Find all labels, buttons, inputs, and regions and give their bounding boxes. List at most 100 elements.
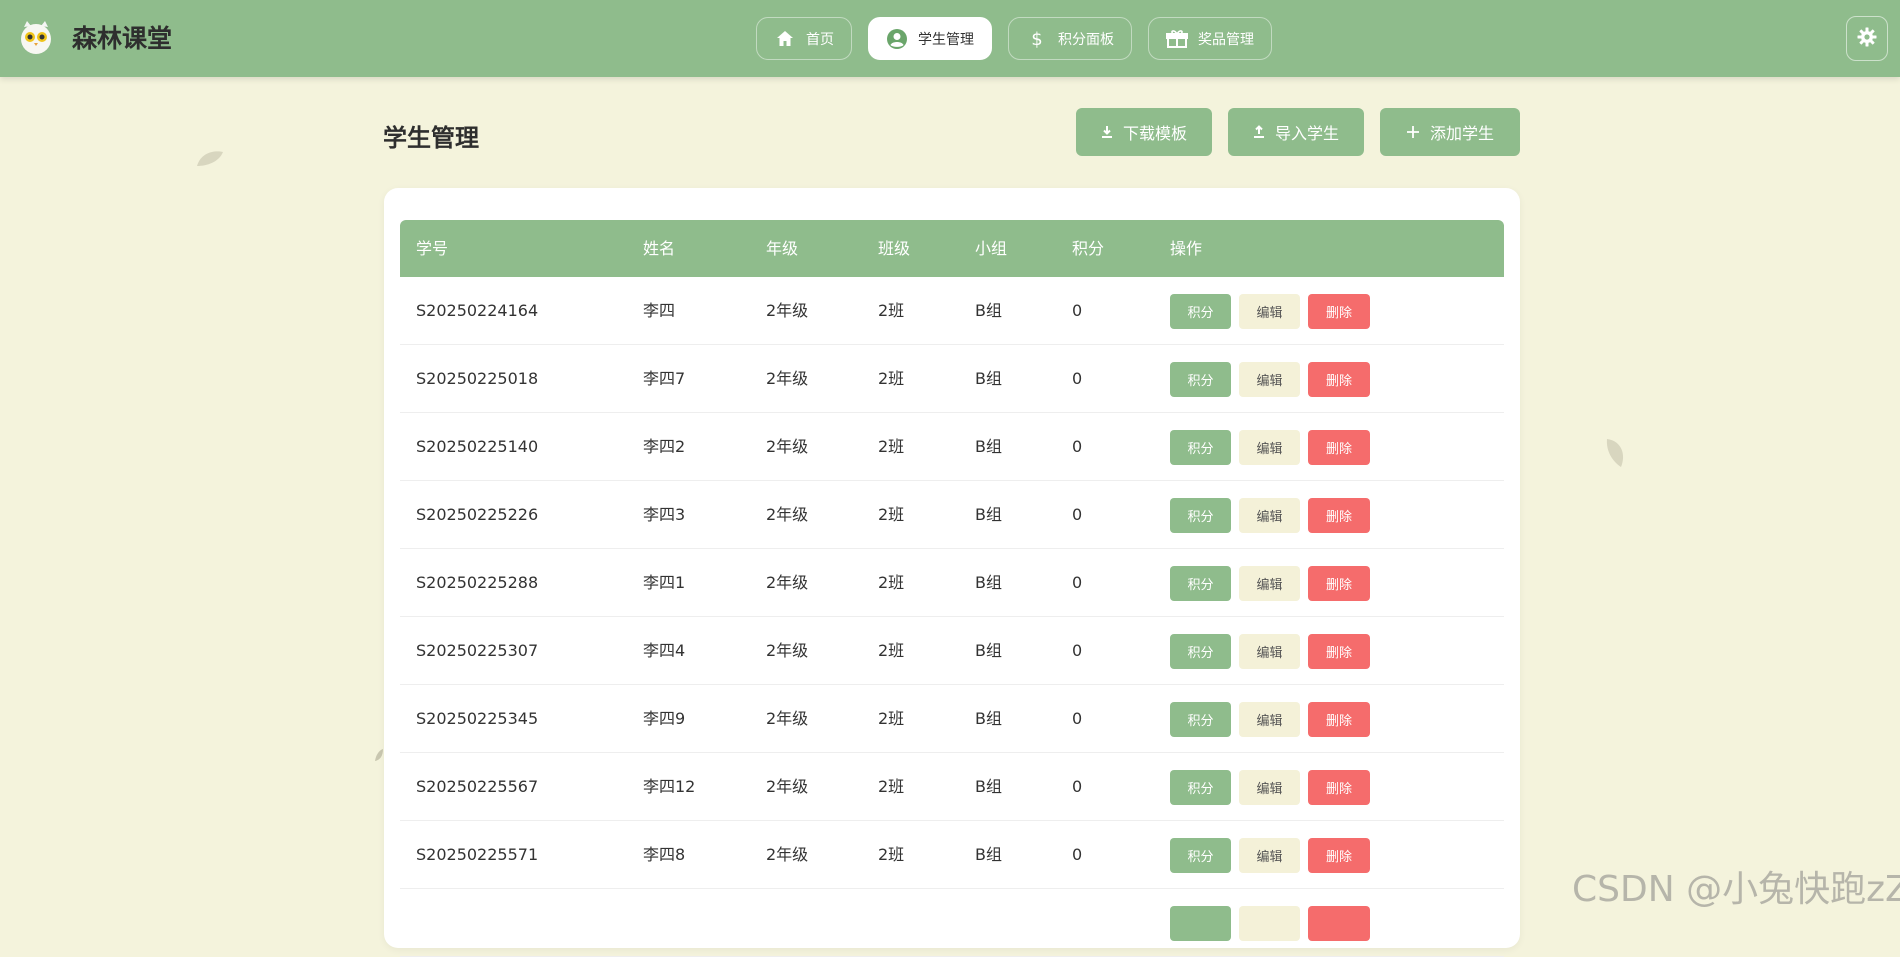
import-students-button[interactable]: 导入学生 — [1228, 108, 1364, 156]
watermark: CSDN @小兔快跑zZ — [1572, 869, 1900, 910]
cell-name: 李四12 — [643, 777, 696, 796]
delete-button[interactable] — [1308, 906, 1370, 941]
cell-student-id: S20250225567 — [416, 777, 539, 796]
gear-icon — [1857, 27, 1877, 51]
nav-prizes[interactable]: 奖品管理 — [1148, 17, 1272, 60]
cell-grade: 2年级 — [766, 709, 809, 728]
table-row: S20250225571 李四8 2年级 2班 B组 0 积分 编辑 删除 — [400, 821, 1504, 889]
cell-name: 李四7 — [643, 369, 686, 388]
edit-button[interactable] — [1239, 906, 1300, 941]
points-button[interactable]: 积分 — [1170, 498, 1231, 533]
delete-button[interactable]: 删除 — [1308, 838, 1370, 873]
column-header-actions: 操作 — [1170, 239, 1203, 258]
cell-name: 李四 — [643, 301, 676, 320]
import-students-label: 导入学生 — [1274, 126, 1339, 143]
cell-group: B组 — [975, 709, 1002, 728]
brand-name: 森林课堂 — [72, 24, 173, 53]
edit-button[interactable]: 编辑 — [1239, 770, 1300, 805]
edit-button[interactable]: 编辑 — [1239, 838, 1300, 873]
row-actions: 积分 编辑 删除 — [1170, 702, 1370, 737]
add-student-button[interactable]: 添加学生 — [1380, 108, 1520, 156]
nav-students-label: 学生管理 — [918, 31, 974, 48]
cell-class: 2班 — [878, 573, 905, 592]
row-actions: 积分 编辑 删除 — [1170, 430, 1370, 465]
edit-button[interactable]: 编辑 — [1239, 566, 1300, 601]
points-button[interactable]: 积分 — [1170, 362, 1231, 397]
edit-button[interactable]: 编辑 — [1239, 702, 1300, 737]
nav-students[interactable]: 学生管理 — [868, 17, 992, 60]
points-button[interactable]: 积分 — [1170, 702, 1231, 737]
cell-grade: 2年级 — [766, 641, 809, 660]
points-button[interactable]: 积分 — [1170, 634, 1231, 669]
column-header-class: 班级 — [878, 239, 911, 258]
delete-button[interactable]: 删除 — [1308, 430, 1370, 465]
cell-points: 0 — [1072, 505, 1083, 524]
cell-student-id: S20250225571 — [416, 845, 539, 864]
delete-button[interactable]: 删除 — [1308, 566, 1370, 601]
row-actions: 积分 编辑 删除 — [1170, 634, 1370, 669]
row-actions — [1170, 906, 1370, 941]
cell-points: 0 — [1072, 777, 1083, 796]
delete-button[interactable]: 删除 — [1308, 362, 1370, 397]
column-header-student-id: 学号 — [416, 239, 449, 258]
row-actions: 积分 编辑 删除 — [1170, 838, 1370, 873]
page-title: 学生管理 — [383, 124, 479, 152]
delete-button[interactable]: 删除 — [1308, 770, 1370, 805]
dollar-icon: $ — [1026, 28, 1048, 50]
nav-home[interactable]: 首页 — [756, 17, 852, 60]
cell-student-id: S20250225288 — [416, 573, 539, 592]
nav-prizes-label: 奖品管理 — [1198, 31, 1254, 48]
nav-points-panel[interactable]: $ 积分面板 — [1008, 17, 1132, 60]
cell-group: B组 — [975, 845, 1002, 864]
cell-student-id: S20250225226 — [416, 505, 539, 524]
download-template-button[interactable]: 下载模板 — [1076, 108, 1212, 156]
leaf-decoration-icon — [375, 749, 383, 761]
cell-student-id: S20250225140 — [416, 437, 539, 456]
row-actions: 积分 编辑 删除 — [1170, 498, 1370, 533]
download-icon — [1101, 125, 1113, 139]
brand[interactable]: 森林课堂 — [18, 17, 172, 57]
home-icon — [774, 28, 796, 50]
cell-name: 李四4 — [643, 641, 686, 660]
cell-group: B组 — [975, 641, 1002, 660]
points-button[interactable]: 积分 — [1170, 838, 1231, 873]
table-row: S20250225345 李四9 2年级 2班 B组 0 积分 编辑 删除 — [400, 685, 1504, 753]
cell-class: 2班 — [878, 777, 905, 796]
row-actions: 积分 编辑 删除 — [1170, 294, 1370, 329]
settings-button[interactable] — [1846, 16, 1888, 61]
cell-class: 2班 — [878, 505, 905, 524]
column-header-name: 姓名 — [643, 239, 676, 258]
points-button[interactable]: 积分 — [1170, 294, 1231, 329]
download-template-label: 下载模板 — [1122, 126, 1187, 143]
delete-button[interactable]: 删除 — [1308, 498, 1370, 533]
edit-button[interactable]: 编辑 — [1239, 430, 1300, 465]
page-actions: 下载模板 导入学生 添加学生 — [1076, 108, 1520, 156]
points-button[interactable]: 积分 — [1170, 770, 1231, 805]
cell-grade: 2年级 — [766, 301, 809, 320]
cell-grade: 2年级 — [766, 437, 809, 456]
edit-button[interactable]: 编辑 — [1239, 294, 1300, 329]
points-button[interactable] — [1170, 906, 1231, 941]
nav-points-label: 积分面板 — [1058, 31, 1114, 48]
cell-points: 0 — [1072, 301, 1083, 320]
cell-name: 李四2 — [643, 437, 686, 456]
table-row: S20250225018 李四7 2年级 2班 B组 0 积分 编辑 删除 — [400, 345, 1504, 413]
delete-button[interactable]: 删除 — [1308, 294, 1370, 329]
table-row: S20250224164 李四 2年级 2班 B组 0 积分 编辑 删除 — [400, 277, 1504, 345]
add-student-label: 添加学生 — [1429, 126, 1494, 143]
edit-button[interactable]: 编辑 — [1239, 498, 1300, 533]
points-button[interactable]: 积分 — [1170, 430, 1231, 465]
points-button[interactable]: 积分 — [1170, 566, 1231, 601]
svg-text:$: $ — [1031, 29, 1042, 49]
cell-group: B组 — [975, 369, 1002, 388]
column-header-points: 积分 — [1072, 239, 1105, 258]
cell-points: 0 — [1072, 369, 1083, 388]
cell-name: 李四9 — [643, 709, 686, 728]
delete-button[interactable]: 删除 — [1308, 634, 1370, 669]
cell-points: 0 — [1072, 709, 1083, 728]
delete-button[interactable]: 删除 — [1308, 702, 1370, 737]
edit-button[interactable]: 编辑 — [1239, 362, 1300, 397]
edit-button[interactable]: 编辑 — [1239, 634, 1300, 669]
cell-grade: 2年级 — [766, 573, 809, 592]
cell-class: 2班 — [878, 709, 905, 728]
